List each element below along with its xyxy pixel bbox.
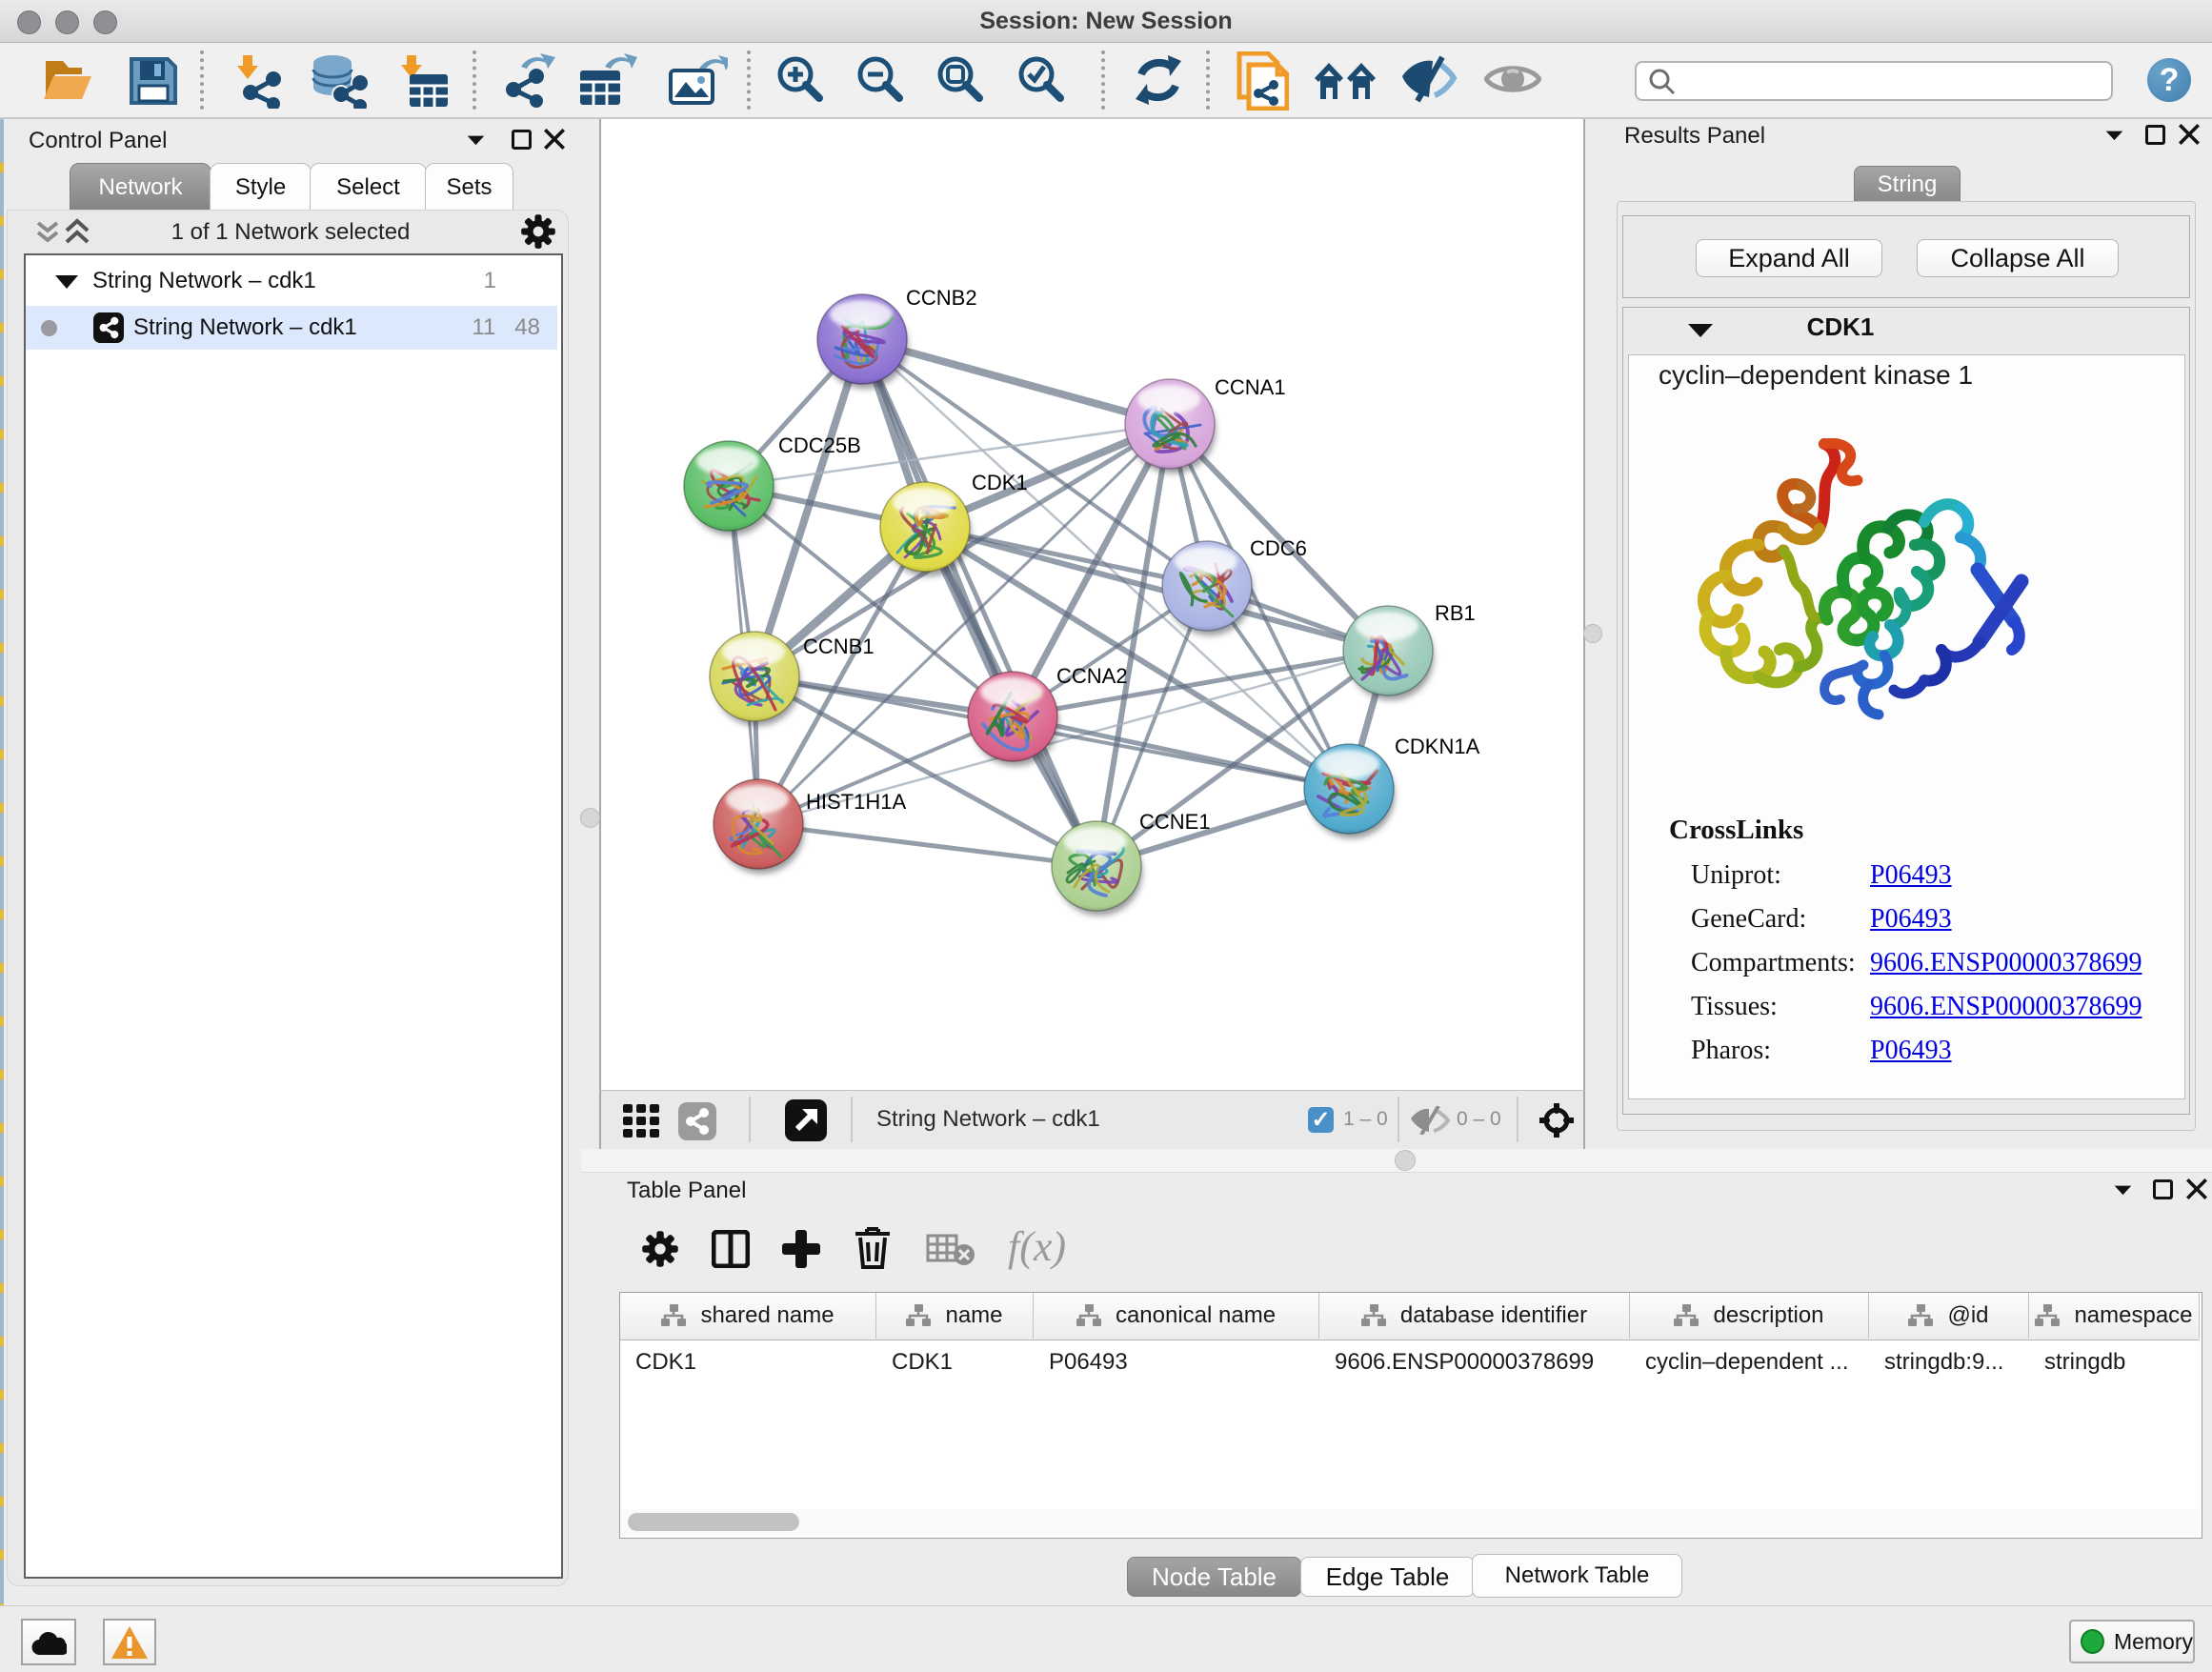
- svg-text:CCNA1: CCNA1: [1215, 375, 1286, 399]
- svg-text:CCNE1: CCNE1: [1139, 810, 1211, 834]
- svg-text:CCNB1: CCNB1: [803, 635, 875, 658]
- svg-text:CDC25B: CDC25B: [778, 433, 861, 457]
- svg-text:CDK1: CDK1: [972, 471, 1028, 494]
- svg-text:CCNB2: CCNB2: [906, 286, 977, 310]
- svg-text:RB1: RB1: [1435, 601, 1476, 625]
- svg-text:CDKN1A: CDKN1A: [1395, 735, 1480, 758]
- svg-text:CDC6: CDC6: [1250, 536, 1307, 560]
- svg-text:HIST1H1A: HIST1H1A: [806, 790, 906, 814]
- svg-text:CCNA2: CCNA2: [1056, 664, 1128, 688]
